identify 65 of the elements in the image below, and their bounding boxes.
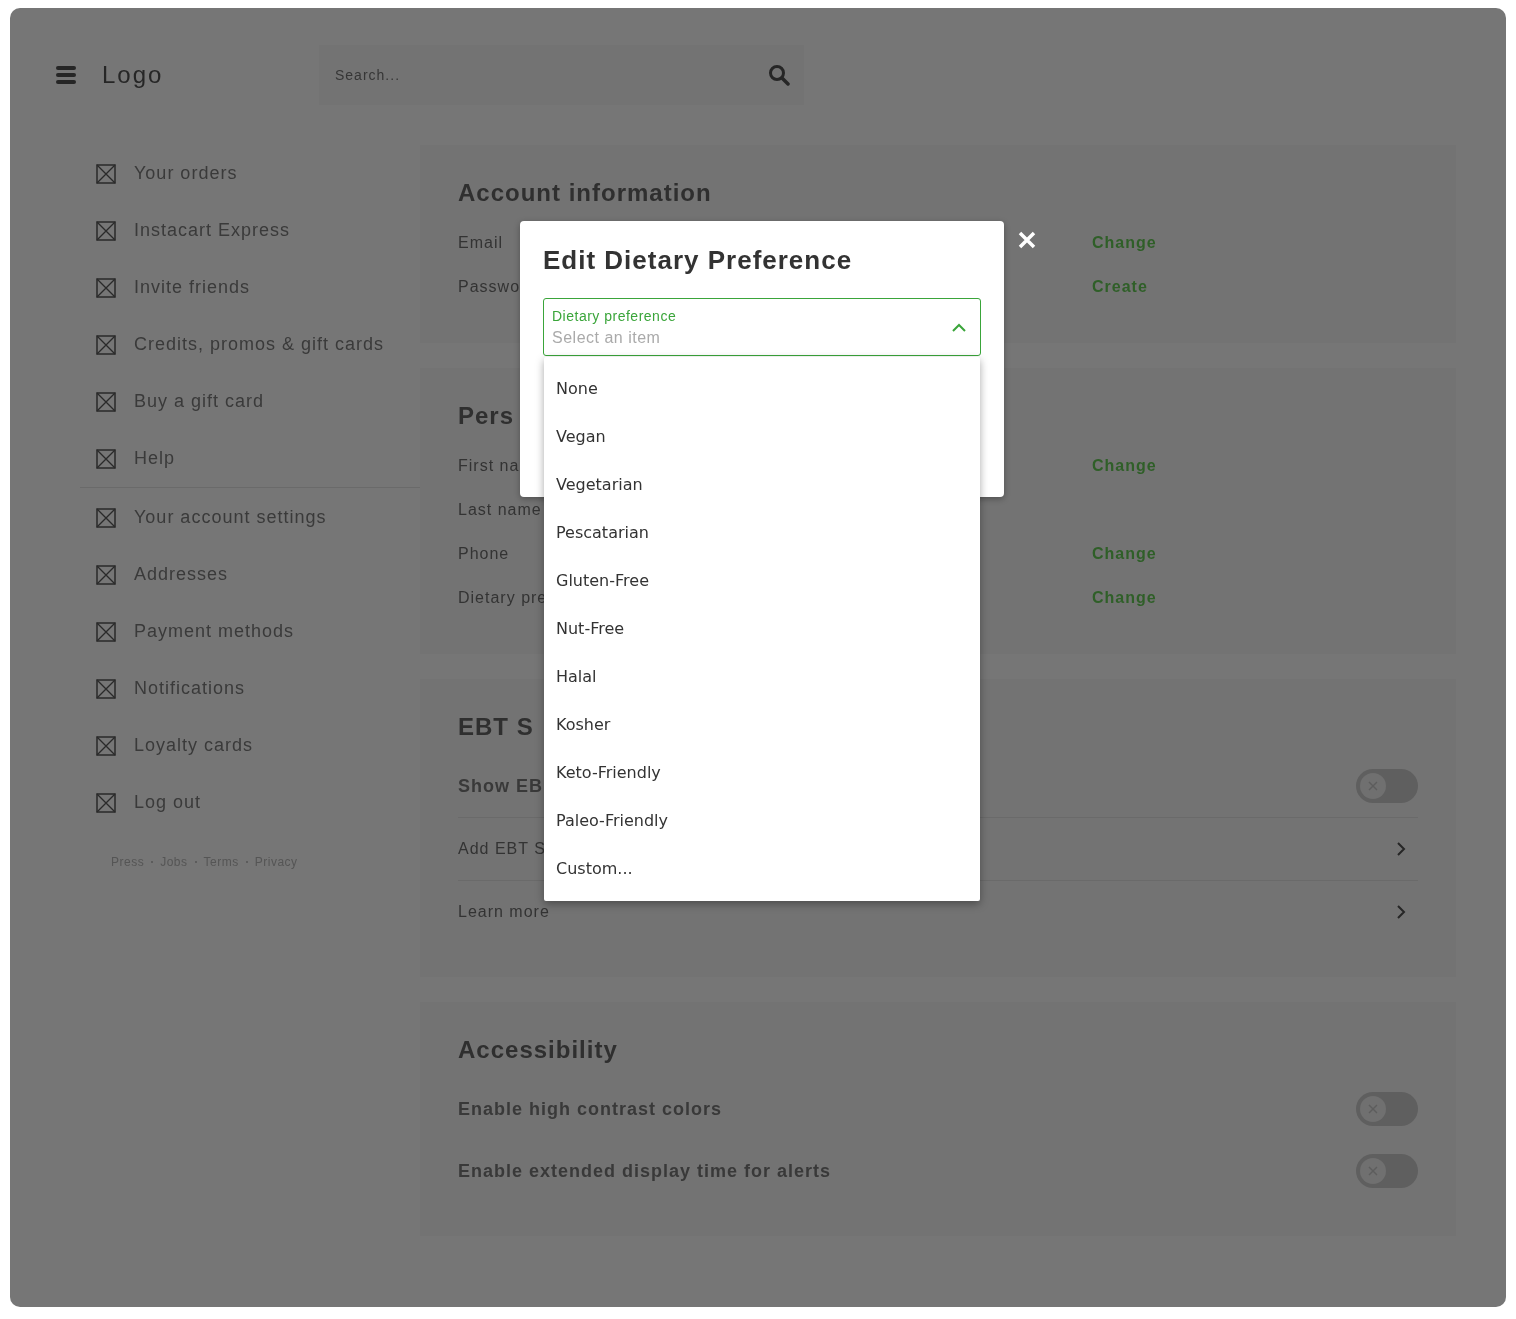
list-link[interactable]: Learn more	[458, 903, 550, 921]
placeholder-icon	[96, 678, 116, 699]
dropdown-option[interactable]: Vegetarian	[544, 461, 980, 509]
dropdown-option[interactable]: Nut-Free	[544, 605, 980, 653]
dropdown-option[interactable]: Halal	[544, 653, 980, 701]
chevron-right-icon[interactable]	[1396, 841, 1406, 857]
field-label: Passwo	[458, 278, 521, 296]
list-link[interactable]: Add EBT S	[458, 840, 546, 858]
sidebar-item[interactable]: Payment methods	[80, 603, 420, 660]
close-icon[interactable]	[1017, 230, 1037, 250]
logo[interactable]: Logo	[102, 61, 319, 89]
change-link[interactable]: Change	[1092, 234, 1157, 252]
sidebar-item[interactable]: Help	[80, 430, 420, 487]
dropdown-option[interactable]: Keto-Friendly	[544, 749, 980, 797]
dropdown-option[interactable]: Kosher	[544, 701, 980, 749]
placeholder-icon	[96, 391, 116, 412]
setting-label: Enable extended display time for alerts	[458, 1160, 832, 1182]
placeholder-icon	[96, 220, 116, 241]
field-label: Dietary preference	[552, 307, 677, 324]
change-link[interactable]: Change	[1092, 589, 1157, 607]
section-title: Account information	[458, 179, 712, 207]
field-label: Email	[458, 234, 503, 252]
placeholder-icon	[96, 735, 116, 756]
placeholder-icon	[96, 448, 116, 469]
section-title: Pers	[458, 402, 515, 430]
placeholder-icon	[96, 334, 116, 355]
placeholder-icon	[96, 277, 116, 298]
sidebar-item[interactable]: Credits, promos & gift cards	[80, 316, 420, 373]
placeholder-text: Select an item	[552, 328, 662, 347]
placeholder-icon	[96, 163, 116, 184]
menu-icon[interactable]	[56, 65, 76, 85]
setting-label: Show EB	[458, 775, 543, 797]
sidebar-item[interactable]: Instacart Express	[80, 202, 420, 259]
change-link[interactable]: Change	[1092, 545, 1157, 563]
dropdown-option[interactable]: Custom...	[544, 845, 980, 893]
dropdown-option[interactable]: Gluten-Free	[544, 557, 980, 605]
sidebar-item[interactable]: Log out	[80, 774, 420, 831]
sidebar-item[interactable]: Your orders	[80, 145, 420, 202]
placeholder-icon	[96, 564, 116, 585]
chevron-icon	[952, 322, 966, 332]
field-label: Phone	[458, 545, 510, 563]
dropdown-option[interactable]: Vegan	[544, 413, 980, 461]
sidebar-item[interactable]: Addresses	[80, 546, 420, 603]
change-link[interactable]: Create	[1092, 278, 1148, 296]
sidebar-item[interactable]: Loyalty cards	[80, 717, 420, 774]
placeholder-icon	[96, 792, 116, 813]
sidebar-item[interactable]: Your account settings	[80, 489, 420, 546]
setting-label: Enable high contrast colors	[458, 1098, 723, 1120]
field-label: First na	[458, 457, 520, 475]
search-icon[interactable]	[768, 64, 790, 86]
dropdown-option[interactable]: Pescatarian	[544, 509, 980, 557]
placeholder-icon	[96, 621, 116, 642]
sidebar-item[interactable]: Invite friends	[80, 259, 420, 316]
dropdown-option[interactable]: None	[544, 365, 980, 413]
section-title: EBT S	[458, 713, 534, 741]
modal-title: Edit Dietary Preference	[543, 245, 854, 276]
change-link[interactable]: Change	[1092, 457, 1157, 475]
dropdown-option[interactable]: Paleo-Friendly	[544, 797, 980, 845]
dropdown-field[interactable]: Dietary preference Select an item	[543, 298, 981, 356]
sidebar-item[interactable]: Notifications	[80, 660, 420, 717]
field-label: Last name	[458, 501, 542, 519]
sidebar-item[interactable]: Buy a gift card	[80, 373, 420, 430]
placeholder-icon	[96, 507, 116, 528]
section-title: Accessibility	[458, 1036, 618, 1064]
chevron-right-icon[interactable]	[1396, 904, 1406, 920]
